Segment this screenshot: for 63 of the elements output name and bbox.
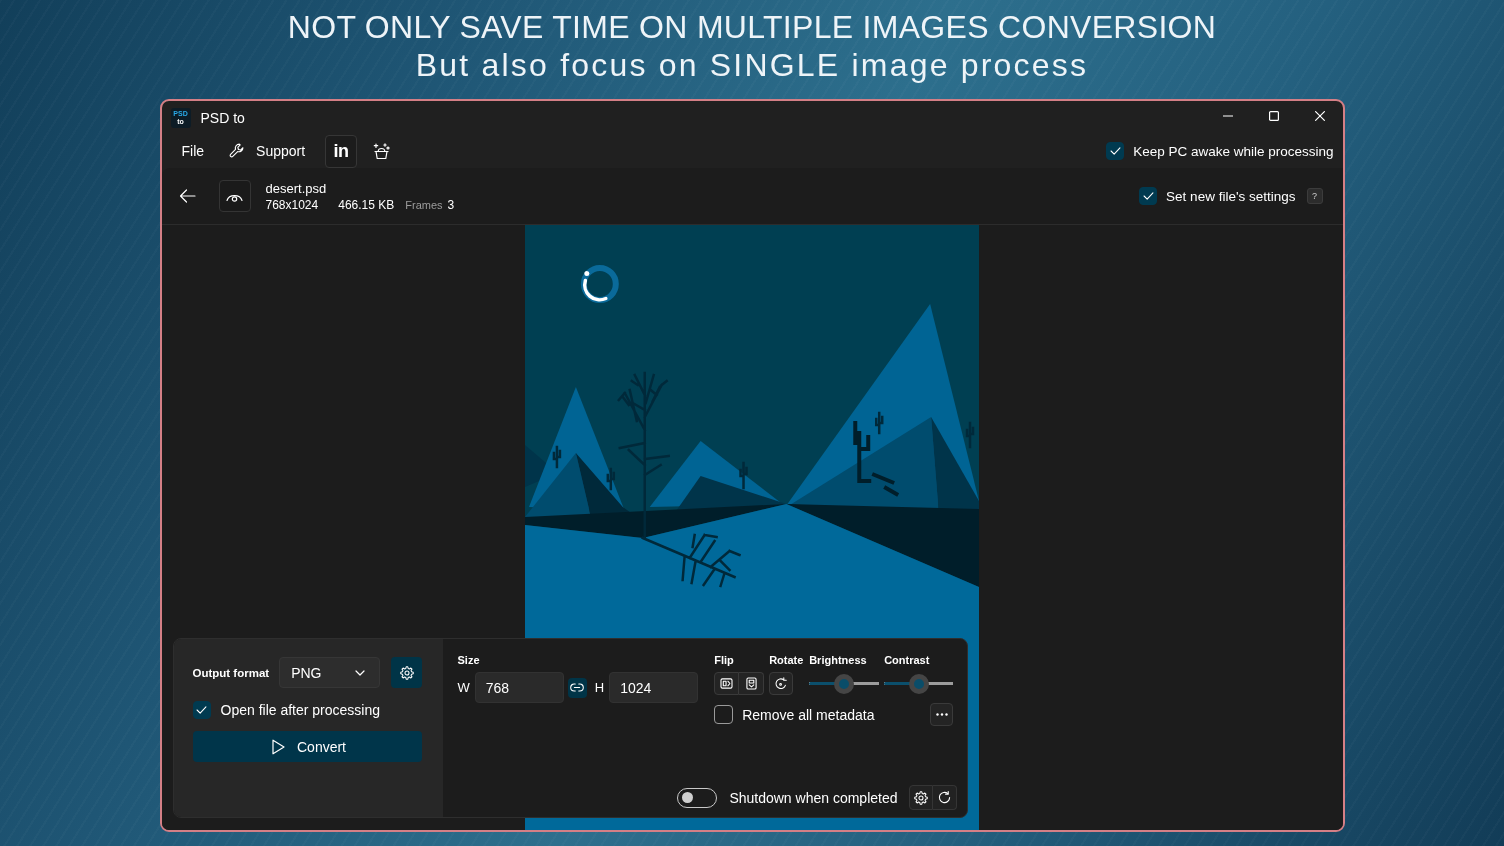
checkmark-icon [1142, 192, 1154, 200]
checkmark-icon [1109, 147, 1121, 155]
flip-label: Flip [714, 654, 734, 667]
frames-count: 3 [447, 197, 455, 212]
rotate-button[interactable] [769, 672, 794, 695]
adjustment-label: Contrast [884, 654, 930, 667]
open-after-label: Open file after processing [220, 702, 381, 718]
adjustment-label: Brightness [809, 654, 867, 667]
checkmark-icon [196, 706, 207, 714]
linkedin-button[interactable]: in [325, 134, 358, 168]
checkbox[interactable] [1139, 187, 1158, 205]
flip-vertical-button[interactable] [739, 672, 765, 695]
gear-icon [399, 665, 414, 680]
frames-label: Frames [405, 198, 443, 211]
rotate-label: Rotate [769, 654, 804, 667]
file-size: 466.15 KB [338, 197, 395, 212]
window-title: PSD to [200, 109, 245, 126]
refresh-button[interactable] [932, 785, 957, 810]
slider-thumb[interactable] [908, 673, 929, 694]
settings-button[interactable] [908, 785, 933, 810]
shutdown-label: Shutdown when completed [729, 789, 898, 806]
maximize-icon [1268, 110, 1279, 121]
width-label: W [457, 680, 470, 695]
wrench-icon [229, 143, 246, 159]
checkbox[interactable] [192, 701, 211, 719]
file-dimensions: 768x1024 [265, 197, 319, 212]
link-button[interactable] [567, 677, 587, 698]
remove-metadata-label: Remove all metadata [742, 706, 875, 723]
height-input[interactable]: 1024 [609, 672, 699, 703]
file-name: desert.psd [265, 180, 327, 196]
link-icon [570, 683, 585, 692]
size-label: Size [457, 654, 480, 667]
chevron-down-icon [355, 669, 366, 676]
refresh-icon [937, 791, 951, 804]
format-settings-button[interactable] [391, 657, 423, 688]
checkbox[interactable] [714, 705, 734, 724]
flip-horizontal-button[interactable] [714, 672, 740, 695]
new-file-settings-label: Set new file's settings [1166, 188, 1296, 204]
minimize-icon [1222, 114, 1233, 117]
preview-button[interactable] [218, 180, 251, 212]
width-input[interactable]: 768 [474, 672, 564, 703]
file-menu[interactable]: File [171, 135, 215, 167]
gear-icon [913, 790, 928, 805]
more-button[interactable] [930, 703, 954, 726]
headline-text: But also focus on SINGLE image process [415, 46, 1089, 84]
output-format-label: Output format [192, 666, 270, 679]
height-label: H [594, 680, 605, 695]
play-icon [272, 738, 285, 755]
help-button[interactable]: ? [1306, 188, 1323, 204]
flip-horizontal-icon [720, 678, 734, 689]
keep-awake-label: Keep PC awake while processing [1133, 143, 1334, 159]
convert-button[interactable]: Convert [192, 731, 422, 762]
slider-thumb[interactable] [834, 673, 855, 694]
checkbox[interactable] [1106, 142, 1125, 160]
rotate-icon [774, 676, 789, 691]
flip-vertical-icon [745, 677, 757, 690]
more-icon [935, 713, 948, 716]
headline-text: NOT ONLY SAVE TIME ON MULTIPLE IMAGES CONVERSION [287, 8, 1217, 46]
format-dropdown[interactable]: PNG [279, 657, 381, 688]
support-menu[interactable]: Support [219, 135, 316, 167]
bucket-sparkle-icon [372, 142, 390, 160]
arrow-left-icon [179, 189, 196, 203]
close-icon [1314, 110, 1325, 121]
